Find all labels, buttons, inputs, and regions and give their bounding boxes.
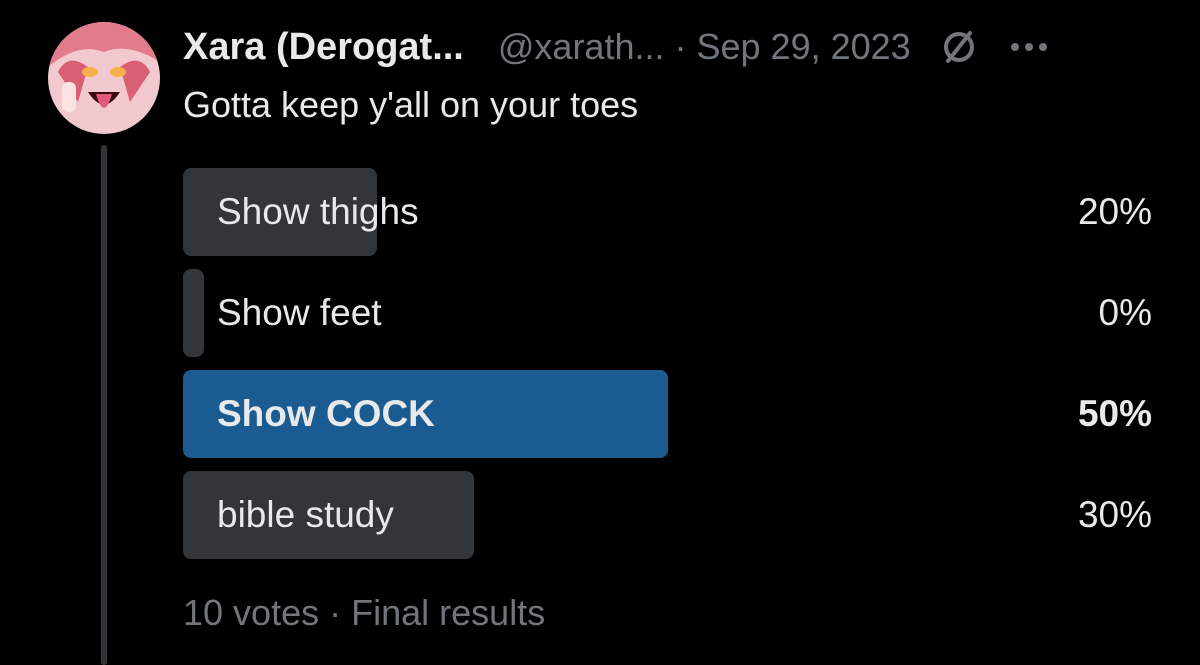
poll-bar [183,269,204,357]
poll-option-label: Show COCK [217,393,435,434]
thread-line [101,145,107,665]
poll-vote-count: 10 votes [183,592,320,633]
avatar[interactable] [48,22,160,134]
tweet-date[interactable]: Sep 29, 2023 [696,26,910,68]
poll-option[interactable]: Show feet 0% [183,269,1158,357]
poll-option-percent: 0% [1098,292,1152,333]
more-horizontal-icon[interactable] [1009,40,1049,54]
poll-option-label: Show feet [217,292,382,333]
poll-option-percent: 30% [1077,494,1152,535]
tweet-header: Xara (Derogat... @xarath... · Sep 29, 20… [183,20,1160,74]
author-handle[interactable]: @xarath... [498,26,665,68]
slashed-circle-icon [939,27,979,67]
poll-footer: 10 votes · Final results [183,592,545,634]
poll-option-percent: 50% [1077,393,1152,434]
poll-footer-separator: · [329,592,342,633]
tweet-text: Gotta keep y'all on your toes [183,84,639,125]
poll-status: Final results [351,592,546,633]
poll-option[interactable]: bible study 30% [183,471,1158,559]
poll-option-label: Show thighs [217,191,419,232]
author-name[interactable]: Xara (Derogat... [183,26,464,69]
poll-option[interactable]: Show COCK 50% [183,370,1158,458]
poll-option-label: bible study [217,494,394,535]
header-separator: · [674,26,687,67]
poll-option-percent: 20% [1077,191,1152,232]
poll-option[interactable]: Show thighs 20% [183,168,1158,256]
poll: Show thighs 20% Show feet 0% Show COCK 5… [183,168,1158,572]
